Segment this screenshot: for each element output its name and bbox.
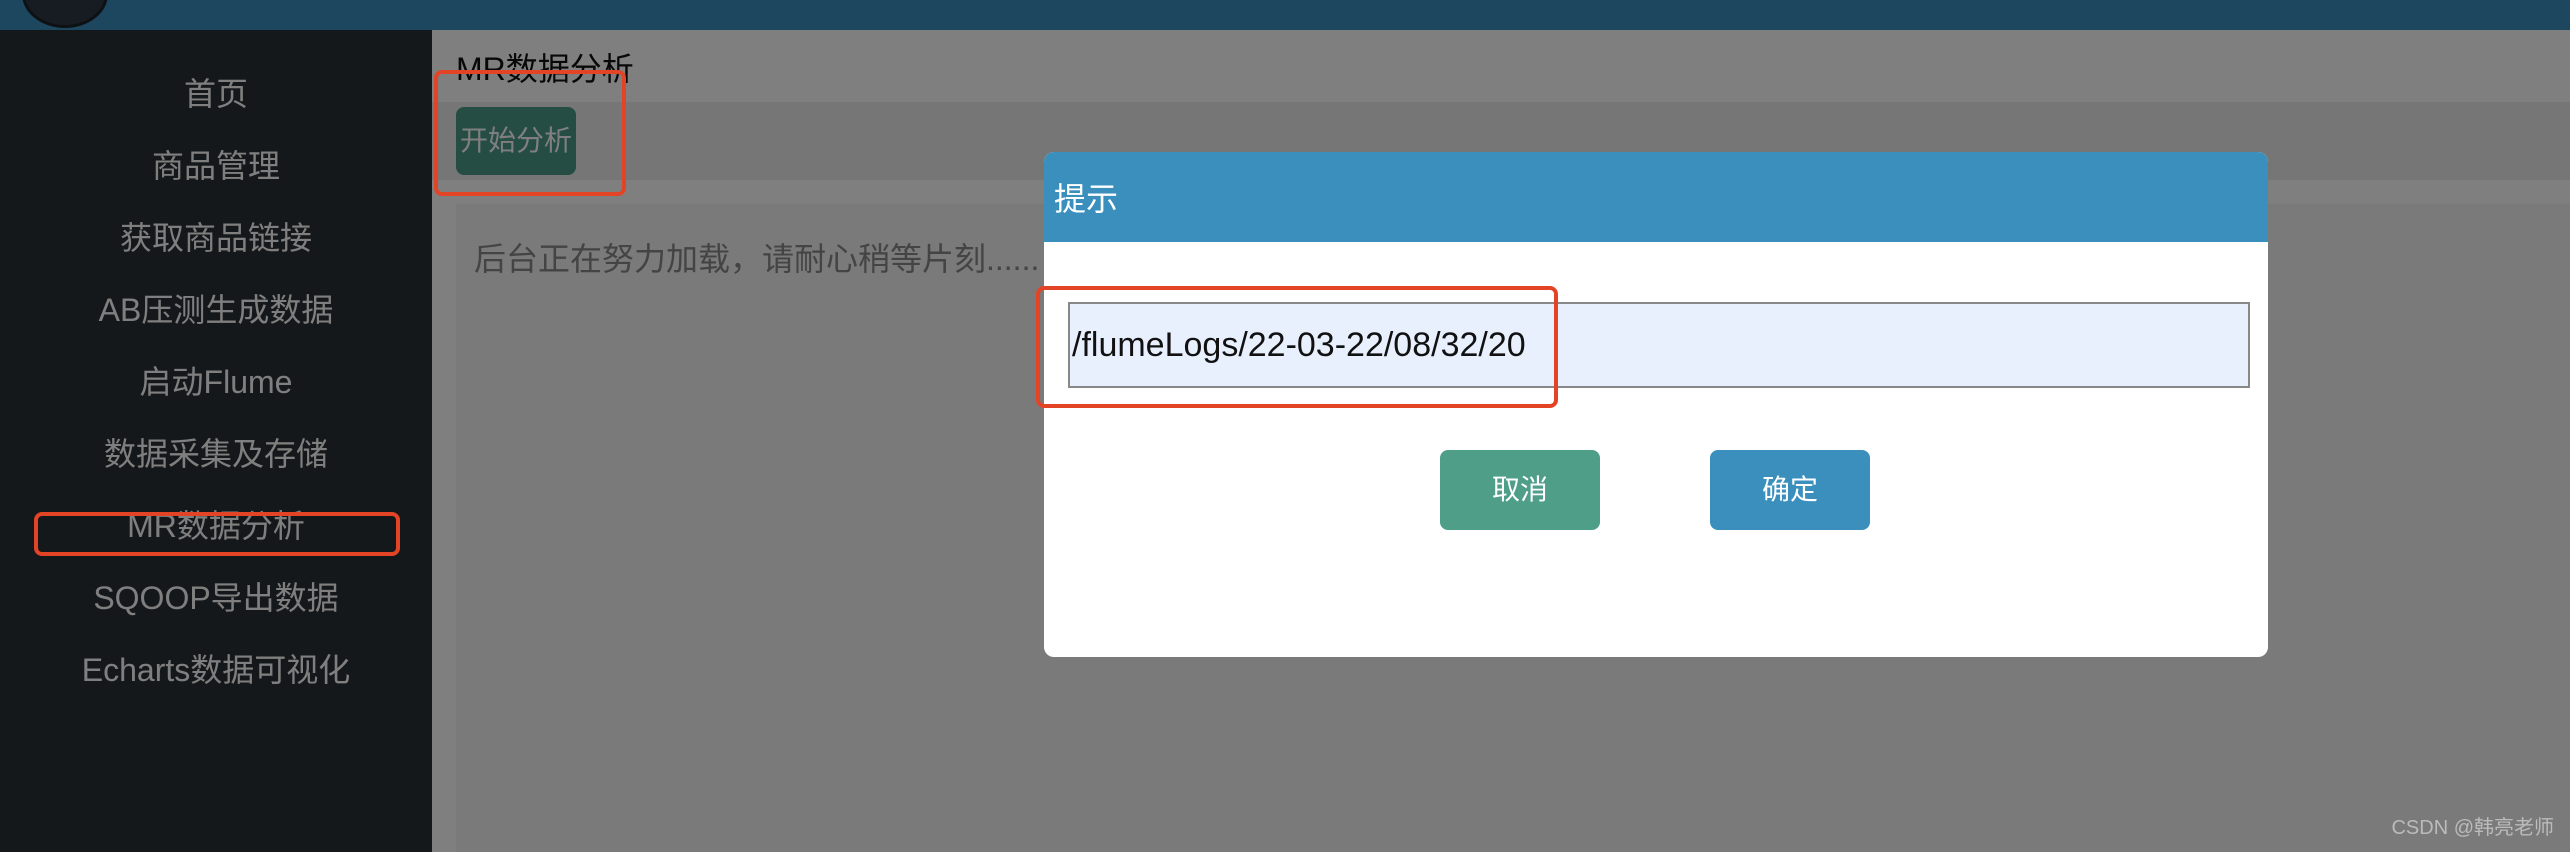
dialog-header: 提示	[1044, 152, 2268, 242]
watermark: CSDN @韩亮老师	[2391, 817, 2554, 839]
highlight-box-sidebar-item	[34, 512, 400, 556]
highlight-box-start-button	[434, 70, 626, 196]
dialog-title: 提示	[1054, 181, 1119, 217]
cancel-button[interactable]: 取消	[1440, 450, 1600, 530]
highlight-box-input	[1036, 286, 1558, 408]
confirm-button[interactable]: 确定	[1710, 450, 1870, 530]
